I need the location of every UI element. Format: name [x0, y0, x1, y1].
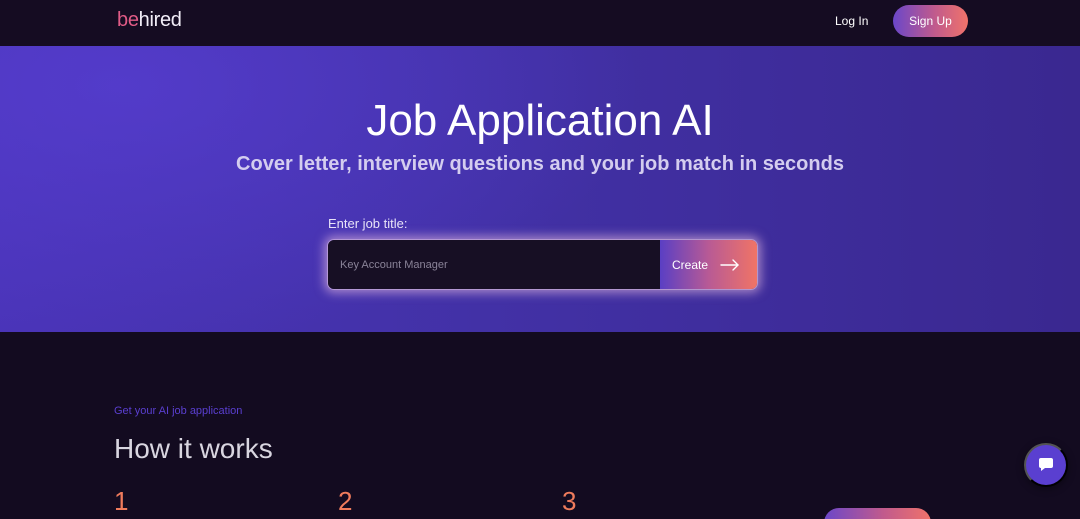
step-number-1: 1 — [114, 486, 129, 516]
hero-title: Job Application AI — [366, 96, 714, 145]
hero-subtitle: Cover letter, interview questions and yo… — [236, 153, 844, 175]
step-number-2: 2 — [338, 486, 353, 516]
how-it-works-title: How it works — [114, 433, 273, 464]
create-button-label: Create — [672, 257, 709, 272]
job-title-form: Create — [327, 239, 758, 290]
step-number-3: 3 — [562, 486, 577, 516]
job-title-label: Enter job title: — [328, 216, 408, 231]
job-title-input[interactable] — [328, 240, 660, 289]
cta-button-partial[interactable] — [824, 508, 931, 519]
signup-button[interactable]: Sign Up — [893, 5, 968, 37]
chat-widget-button[interactable] — [1024, 443, 1068, 487]
logo-text-be: be — [117, 9, 139, 31]
create-button[interactable]: Create — [660, 240, 757, 289]
chat-bubble-icon — [1038, 456, 1054, 475]
top-navbar: behired Log In Sign Up — [0, 0, 1080, 46]
behired-logo[interactable]: behired — [117, 8, 182, 32]
how-it-works-eyebrow: Get your AI job application — [114, 405, 243, 417]
logo-text-hired: hired — [138, 9, 182, 31]
hero-section: Job Application AI Cover letter, intervi… — [0, 46, 1080, 332]
arrow-right-icon — [720, 258, 740, 271]
login-link[interactable]: Log In — [835, 14, 868, 28]
